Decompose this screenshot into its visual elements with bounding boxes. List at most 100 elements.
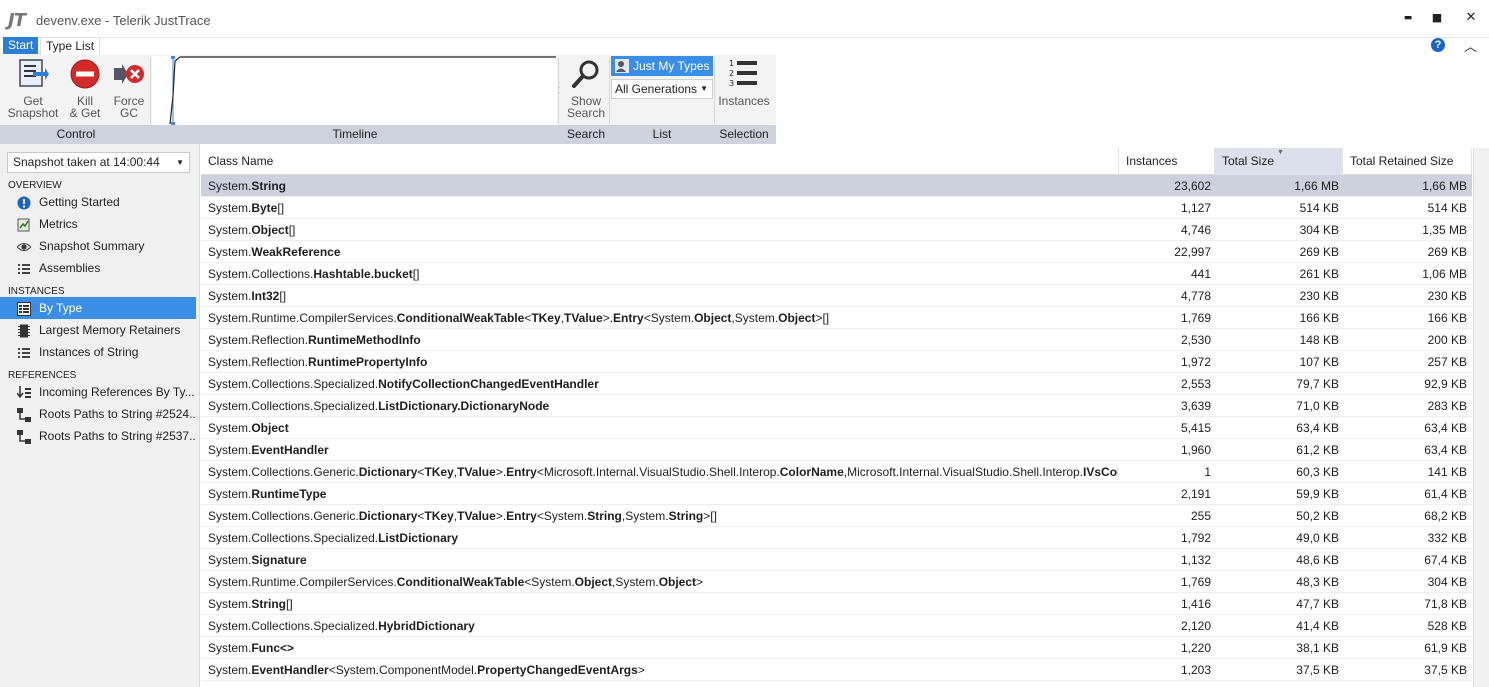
sidebar-item-assemblies[interactable]: Assemblies xyxy=(0,257,196,279)
table-row[interactable]: System.Reflection.RuntimePropertyInfo 1,9… xyxy=(201,351,1472,373)
just-my-types-toggle[interactable]: Just My Types xyxy=(611,56,713,76)
instances-button[interactable]: 1 2 3 Instances xyxy=(717,58,771,107)
table-row[interactable]: System.Signature 1,132 48,6 KB 67,4 KB xyxy=(201,549,1472,571)
class-name-segment: [] xyxy=(412,267,420,281)
table-row[interactable]: System.Byte[] 1,127 514 KB 514 KB xyxy=(201,197,1472,219)
get-snapshot-button[interactable]: Get Snapshot xyxy=(6,58,60,119)
class-name-segment: TValue xyxy=(457,509,496,523)
collapse-ribbon-icon[interactable]: ︿ xyxy=(1464,36,1477,55)
class-name-segment: Entry xyxy=(506,465,537,479)
snapshot-selector-value: Snapshot taken at 14:00:44 xyxy=(13,155,160,169)
cell-instances: 1,792 xyxy=(1180,531,1211,545)
table-row[interactable]: System.Collections.Generic.Dictionary<TK… xyxy=(201,505,1472,527)
sidebar-item-incoming-references[interactable]: Incoming References By Ty... xyxy=(0,381,196,403)
table-row[interactable]: System.Object 5,415 63,4 KB 63,4 KB xyxy=(201,417,1472,439)
cell-class-name: System.Signature xyxy=(208,549,1118,571)
table-row[interactable]: System.Func<> 1,220 38,1 KB 61,9 KB xyxy=(201,637,1472,659)
table-row[interactable]: System.WeakReference 22,997 269 KB 269 KB xyxy=(201,241,1472,263)
instances-label: Instances xyxy=(718,94,770,108)
close-button[interactable]: ✕ xyxy=(1459,8,1483,28)
cell-total-size: 304 KB xyxy=(1299,223,1339,237)
memory-icon xyxy=(17,323,31,338)
cell-total-retained-size: 92,9 KB xyxy=(1424,377,1467,391)
tab-start[interactable]: Start xyxy=(3,37,39,54)
cell-class-name: System.String xyxy=(208,175,1118,197)
window-title: devenv.exe - Telerik JustTrace xyxy=(36,13,211,28)
minimize-button[interactable]: ▬ xyxy=(1396,8,1420,28)
show-search-button[interactable]: Show Search xyxy=(564,58,608,119)
sidebar-item-by-type[interactable]: By Type xyxy=(0,297,196,319)
cell-instances: 22,997 xyxy=(1174,245,1211,259)
cell-total-retained-size: 63,4 KB xyxy=(1424,421,1467,435)
table-row[interactable]: System.Object[] 4,746 304 KB 1,35 MB xyxy=(201,219,1472,241)
column-header-instances[interactable]: Instances xyxy=(1119,148,1215,175)
class-name-segment: >. xyxy=(495,465,507,479)
tab-type-list[interactable]: Type List xyxy=(40,37,101,55)
cell-instances: 1,416 xyxy=(1180,597,1211,611)
table-row[interactable]: System.Reflection.RuntimeMethodInfo 2,530… xyxy=(201,329,1472,351)
table-row[interactable]: System.Int32[] 4,778 230 KB 230 KB xyxy=(201,285,1472,307)
table-row[interactable]: System.Collections.Specialized.HybridDic… xyxy=(201,615,1472,637)
class-name-segment: Object xyxy=(251,223,289,237)
sidebar-item-label: Metrics xyxy=(39,217,78,231)
cell-instances: 1,972 xyxy=(1180,355,1211,369)
class-name-segment: >. xyxy=(495,509,507,523)
cell-instances: 1,220 xyxy=(1180,641,1211,655)
generations-dropdown[interactable]: All Generations ▼ xyxy=(611,79,713,99)
snapshot-selector[interactable]: Snapshot taken at 14:00:44 ▼ xyxy=(7,152,190,173)
table-row[interactable]: System.Collections.Specialized.ListDicti… xyxy=(201,395,1472,417)
table-row[interactable]: System.Collections.Hashtable.bucket[] 441… xyxy=(201,263,1472,285)
cell-total-size: 514 KB xyxy=(1299,201,1339,215)
column-header-total-size[interactable]: Total Size ▼ xyxy=(1215,148,1343,175)
class-name-segment: System. xyxy=(208,201,252,215)
table-row[interactable]: System.String 23,602 1,66 MB 1,66 MB xyxy=(201,175,1472,197)
sidebar-item-getting-started[interactable]: Getting Started xyxy=(0,191,196,213)
class-name-segment: System.Collections.Specialized. xyxy=(208,399,379,413)
class-name-segment: > xyxy=(696,575,704,589)
cell-instances: 2,120 xyxy=(1180,619,1211,633)
sidebar-item-largest-memory-retainers[interactable]: Largest Memory Retainers xyxy=(0,319,196,341)
section-instances: INSTANCES xyxy=(8,286,65,297)
cell-class-name: System.Object[] xyxy=(208,219,1118,241)
class-name-segment: System. xyxy=(208,597,252,611)
sidebar-item-roots-paths-1[interactable]: Roots Paths to String #2524... xyxy=(0,403,196,425)
table-row[interactable]: System.Runtime.CompilerServices.Conditio… xyxy=(201,571,1472,593)
table-row[interactable]: System.RuntimeType 2,191 59,9 KB 61,4 KB xyxy=(201,483,1472,505)
class-name-segment: Entry xyxy=(613,311,644,325)
help-icon[interactable]: ? xyxy=(1431,38,1445,52)
table-row[interactable]: System.EventHandler 1,960 61,2 KB 63,4 KB xyxy=(201,439,1472,461)
grip-handle[interactable]: · · · xyxy=(558,79,562,100)
get-snapshot-label-2: Snapshot xyxy=(7,106,59,120)
column-header-class-name[interactable]: Class Name xyxy=(201,148,1119,175)
column-header-total-retained-size[interactable]: Total Retained Size xyxy=(1343,148,1472,175)
table-row[interactable]: System.EventHandler<System.ComponentMode… xyxy=(201,659,1472,681)
class-name-segment: ConditionalWeakTable xyxy=(396,575,525,589)
cell-total-retained-size: 332 KB xyxy=(1427,531,1467,545)
table-row[interactable]: System.Collections.Specialized.NotifyCol… xyxy=(201,373,1472,395)
maximize-button[interactable]: ■ xyxy=(1425,8,1449,28)
class-name-segment: EventHandler xyxy=(251,663,329,677)
class-name-segment: String xyxy=(251,597,287,611)
column-header-total-size-label: Total Size xyxy=(1222,154,1275,168)
sidebar-item-instances-of-string[interactable]: Instances of String xyxy=(0,341,196,363)
force-gc-button[interactable]: Force GC xyxy=(110,58,148,119)
cell-total-size: 63,4 KB xyxy=(1296,421,1339,435)
sidebar-item-metrics[interactable]: Metrics xyxy=(0,213,196,235)
kill-and-get-button[interactable]: Kill & Get xyxy=(66,58,104,119)
vertical-scrollbar[interactable] xyxy=(1473,148,1489,687)
table-row[interactable]: System.String[] 1,416 47,7 KB 71,8 KB xyxy=(201,593,1472,615)
class-name-segment: TKey xyxy=(424,509,454,523)
sort-descending-icon: ▼ xyxy=(1277,149,1284,156)
class-name-segment: TKey xyxy=(424,465,454,479)
class-name-segment: ConditionalWeakTable xyxy=(396,311,525,325)
cell-class-name: System.Collections.Generic.Dictionary<TK… xyxy=(208,461,1118,483)
table-row[interactable]: System.Collections.Generic.Dictionary<TK… xyxy=(201,461,1472,483)
cell-total-size: 48,3 KB xyxy=(1296,575,1339,589)
table-row[interactable]: System.Collections.Specialized.ListDicti… xyxy=(201,527,1472,549)
table-row[interactable]: System.Runtime.CompilerServices.Conditio… xyxy=(201,307,1472,329)
sidebar-item-snapshot-summary[interactable]: Snapshot Summary xyxy=(0,235,196,257)
cell-instances: 1 xyxy=(1204,465,1211,479)
sidebar-item-roots-paths-2[interactable]: Roots Paths to String #2537... xyxy=(0,425,196,447)
cell-total-retained-size: 61,9 KB xyxy=(1424,641,1467,655)
timeline-chart[interactable] xyxy=(152,56,557,125)
